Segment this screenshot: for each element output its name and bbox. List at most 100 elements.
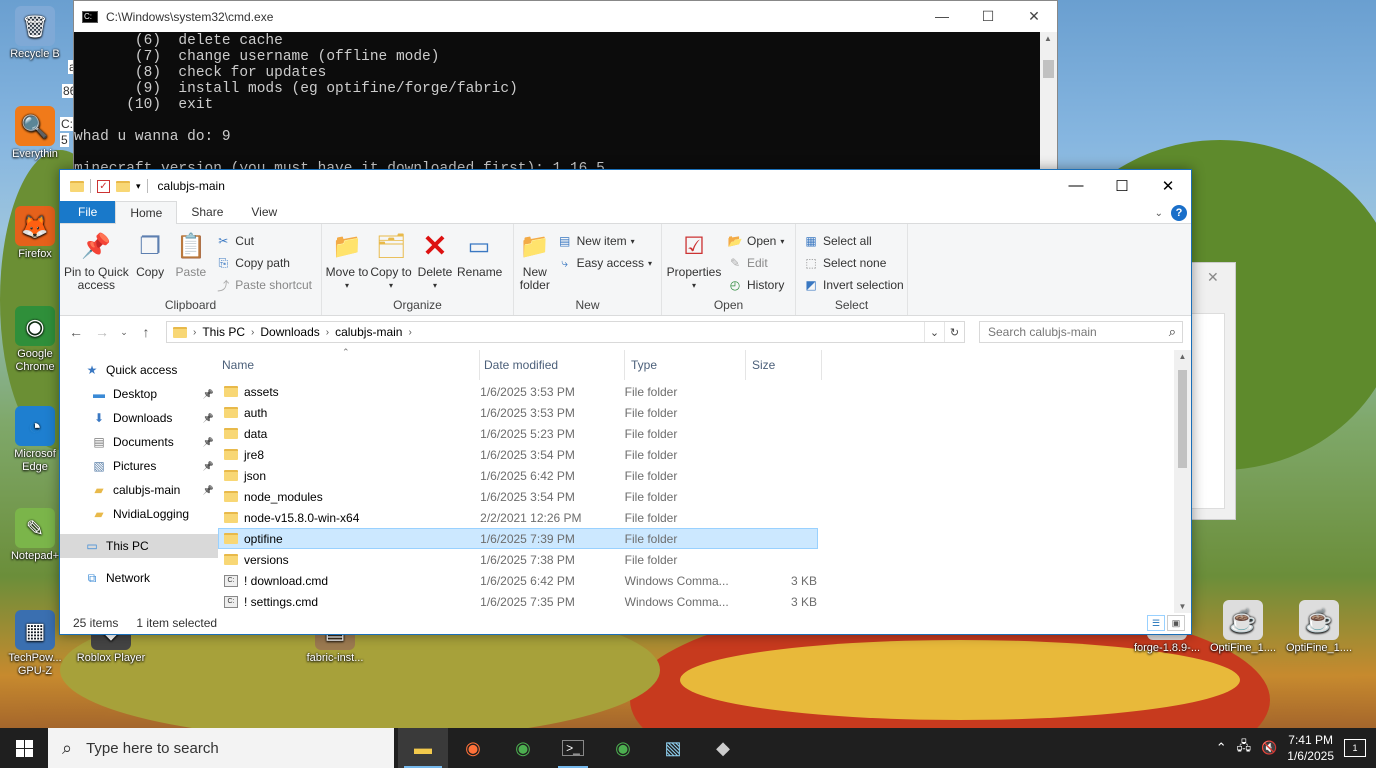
taskbar-chrome[interactable]: ◉ — [498, 728, 548, 768]
maximize-button[interactable]: ☐ — [965, 8, 1011, 25]
chevron-down-icon: ▾ — [630, 236, 635, 246]
maximize-button[interactable]: ☐ — [1099, 177, 1145, 195]
nav-item[interactable]: ▭ This PC — [60, 534, 218, 558]
refresh-icon[interactable]: ↻ — [944, 322, 964, 342]
breadcrumb-this-pc[interactable]: This PC — [202, 325, 245, 339]
nav-item[interactable]: ▰ calubjs-main 📌 — [60, 478, 218, 502]
taskbar-notepad[interactable]: ▧ — [648, 728, 698, 768]
chevron-down-icon[interactable]: ▾ — [136, 181, 141, 192]
cmd-window[interactable]: C: C:\Windows\system32\cmd.exe — ☐ ✕ (6)… — [73, 0, 1058, 177]
close-button[interactable]: ✕ — [1145, 177, 1191, 195]
chevron-up-icon[interactable]: ⌃ — [1216, 740, 1227, 756]
file-row[interactable]: assets 1/6/2025 3:53 PM File folder — [218, 381, 818, 402]
chevron-right-icon[interactable]: › — [193, 327, 196, 338]
nav-item[interactable]: ⬇ Downloads 📌 — [60, 406, 218, 430]
history-button[interactable]: ◴ History — [727, 276, 785, 294]
chevron-down-icon[interactable]: ⌄ — [1155, 208, 1163, 219]
select-none-button[interactable]: ⬚ Select none — [803, 254, 904, 272]
scroll-thumb[interactable] — [1043, 60, 1054, 78]
details-view-icon[interactable]: ☰ — [1147, 614, 1165, 631]
nav-item[interactable]: ⧉ Network — [60, 566, 218, 590]
new-item-button[interactable]: ▤ New item ▾ — [557, 232, 652, 250]
column-date-modified[interactable]: Date modified — [480, 350, 625, 380]
chevron-right-icon[interactable]: › — [251, 327, 254, 338]
invert-selection-button[interactable]: ◩ Invert selection — [803, 276, 903, 294]
taskbar-chrome-profile[interactable]: ◉ — [598, 728, 648, 768]
minimize-button[interactable]: — — [919, 8, 965, 25]
network-icon[interactable]: 🖧 — [1237, 737, 1252, 759]
open-button[interactable]: 📂 Open ▾ — [727, 232, 785, 250]
cmd-titlebar[interactable]: C: C:\Windows\system32\cmd.exe — ☐ ✕ — [74, 1, 1057, 32]
taskbar-file-explorer[interactable]: ▬ — [398, 728, 448, 768]
nav-item[interactable]: ▬ Desktop 📌 — [60, 382, 218, 406]
chevron-up-icon[interactable]: ▲ — [1174, 352, 1191, 361]
cmd-output[interactable]: (6) delete cache (7) change username (of… — [74, 32, 1057, 177]
back-arrow-icon[interactable]: ← — [68, 324, 84, 340]
tab-share[interactable]: Share — [177, 201, 237, 223]
explorer-window[interactable]: ✓ ▾ calubjs-main — ☐ ✕ File Home Share V… — [59, 169, 1192, 635]
volume-muted-icon[interactable]: 🔇 — [1261, 740, 1277, 756]
select-all-button[interactable]: ▦ Select all — [803, 232, 904, 250]
chevron-down-icon[interactable]: ⌄ — [120, 327, 128, 338]
large-icons-view-icon[interactable]: ▣ — [1167, 614, 1185, 631]
file-row[interactable]: jre8 1/6/2025 3:54 PM File folder — [218, 444, 818, 465]
taskbar-cmd[interactable]: >_ — [548, 728, 598, 768]
file-row[interactable]: auth 1/6/2025 3:53 PM File folder — [218, 402, 818, 423]
new-folder-icon[interactable] — [116, 180, 130, 192]
chevron-up-icon[interactable]: ▲ — [1044, 34, 1052, 43]
file-row[interactable]: node_modules 1/6/2025 3:54 PM File folder — [218, 486, 818, 507]
file-row[interactable]: C: ! download.cmd 1/6/2025 6:42 PM Windows … — [218, 570, 818, 591]
properties-check-icon[interactable]: ✓ — [97, 179, 110, 193]
address-bar[interactable]: › This PC › Downloads › calubjs-main › ⌄… — [166, 321, 965, 343]
chevron-down-icon[interactable]: ⌄ — [924, 322, 944, 342]
breadcrumb-calubjs-main[interactable]: calubjs-main — [335, 325, 402, 339]
file-list-scrollbar[interactable]: ▲ ▼ — [1174, 350, 1191, 613]
explorer-titlebar[interactable]: ✓ ▾ calubjs-main — ☐ ✕ — [60, 170, 1191, 202]
column-size[interactable]: Size — [746, 350, 822, 380]
taskbar-app[interactable]: ◆ — [698, 728, 748, 768]
file-row[interactable]: data 1/6/2025 5:23 PM File folder — [218, 423, 818, 444]
scroll-thumb[interactable] — [1178, 370, 1187, 468]
minimize-button[interactable]: — — [1053, 177, 1099, 195]
start-button[interactable] — [0, 728, 48, 768]
close-icon[interactable]: ✕ — [1207, 269, 1219, 286]
file-row[interactable]: C: ! settings.cmd 1/6/2025 7:35 PM Windows … — [218, 591, 818, 612]
column-type[interactable]: Type — [625, 350, 746, 380]
tab-file[interactable]: File — [60, 201, 116, 223]
search-input[interactable]: Search calubjs-main ⌕ — [979, 321, 1183, 343]
taskbar-firefox[interactable]: ◉ — [448, 728, 498, 768]
desktop-icon[interactable]: 🗑 Recycle B — [0, 6, 70, 61]
edit-button[interactable]: ✎ Edit — [727, 254, 784, 272]
file-name-cell: C: ! download.cmd — [219, 574, 480, 588]
file-row[interactable]: node-v15.8.0-win-x64 2/2/2021 12:26 PM Fil… — [218, 507, 818, 528]
clock[interactable]: 7:41 PM 1/6/2025 — [1287, 732, 1334, 764]
up-arrow-icon[interactable]: ↑ — [138, 324, 154, 340]
nav-item[interactable]: ▤ Documents 📌 — [60, 430, 218, 454]
paste-shortcut-button[interactable]: ⤴ Paste shortcut — [215, 276, 312, 294]
file-row[interactable]: json 1/6/2025 6:42 PM File folder — [218, 465, 818, 486]
notification-icon[interactable]: 1 — [1344, 739, 1366, 757]
taskbar-search[interactable]: ⌕ Type here to search — [48, 728, 394, 768]
chevron-down-icon[interactable]: ▼ — [1174, 602, 1191, 611]
copy-path-button[interactable]: ⎘ Copy path — [215, 254, 312, 272]
tab-home[interactable]: Home — [115, 201, 178, 224]
cmd-scrollbar[interactable]: ▲ — [1040, 32, 1057, 171]
desktop-icon[interactable]: ☕ OptiFine_1.... — [1208, 600, 1278, 655]
chevron-right-icon[interactable]: › — [408, 327, 411, 338]
nav-item[interactable]: ★ Quick access — [60, 358, 218, 382]
help-icon[interactable]: ? — [1171, 205, 1187, 221]
cut-button[interactable]: ✂ Cut — [215, 232, 312, 250]
file-row[interactable]: versions 1/6/2025 7:38 PM File folder — [218, 549, 818, 570]
desktop-icon[interactable]: ☕ OptiFine_1.... — [1284, 600, 1354, 655]
nav-item[interactable]: ▰ NvidiaLogging — [60, 502, 218, 526]
nav-item[interactable]: ▧ Pictures 📌 — [60, 454, 218, 478]
path-icon: ⎘ — [218, 255, 229, 270]
easy-access-button[interactable]: ⤷ Easy access ▾ — [557, 254, 652, 272]
tab-view[interactable]: View — [237, 201, 291, 223]
file-row[interactable]: optifine 1/6/2025 7:39 PM File folder — [218, 528, 818, 549]
forward-arrow-icon[interactable]: → — [94, 324, 110, 340]
breadcrumb-downloads[interactable]: Downloads — [260, 325, 319, 339]
chevron-right-icon[interactable]: › — [326, 327, 329, 338]
close-button[interactable]: ✕ — [1011, 8, 1057, 25]
nav-item-label: Pictures — [113, 459, 157, 473]
